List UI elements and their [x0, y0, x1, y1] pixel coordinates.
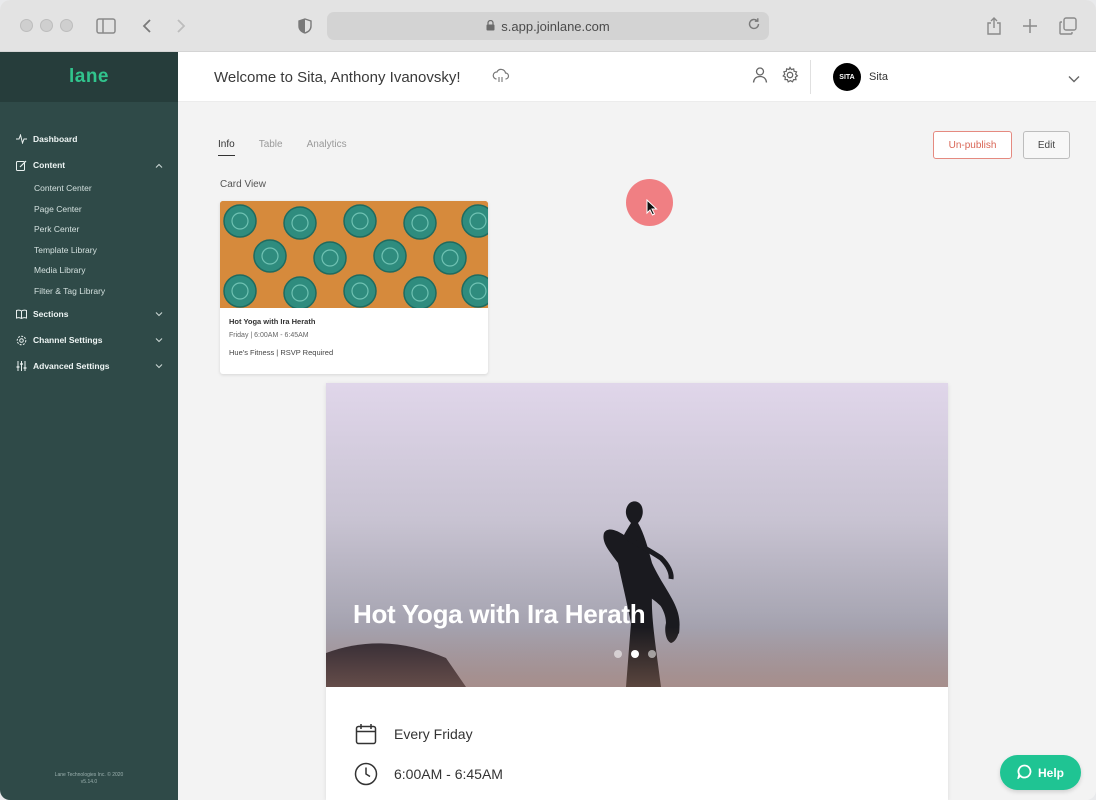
time-row: 6:00AM - 6:45AM: [354, 762, 503, 786]
chevron-down-icon: [155, 362, 163, 371]
url-text: s.app.joinlane.com: [501, 18, 610, 34]
sidebar-footer: Lane Technologies Inc. © 2020 v5.14.0: [0, 772, 178, 786]
sidebar-subitem-page-center[interactable]: Page Center: [0, 199, 178, 220]
tab-info[interactable]: Info: [218, 139, 235, 156]
content-tabs: Info Table Analytics: [218, 139, 347, 156]
privacy-shield-icon[interactable]: [293, 14, 317, 38]
sidebar-item-sections[interactable]: Sections: [0, 301, 178, 327]
hero-carousel[interactable]: Hot Yoga with Ira Herath: [326, 383, 948, 687]
calendar-icon: [354, 722, 378, 746]
preview-title: Hot Yoga with Ira Herath: [353, 599, 646, 629]
sidebar-item-label: Advanced Settings: [33, 361, 110, 371]
lock-icon: [486, 19, 495, 34]
top-header: Welcome to Sita, Anthony Ivanovsky! SITA…: [178, 52, 1096, 102]
browser-window: s.app.joinlane.com lane Dashboard Conten…: [0, 0, 1096, 800]
settings-gear-icon[interactable]: [781, 66, 799, 89]
help-label: Help: [1037, 765, 1064, 780]
copyright-text: Lane Technologies Inc. © 2020: [54, 772, 124, 778]
main-content: Info Table Analytics Un-publish Edit Car…: [178, 103, 1096, 800]
sidebar-subitem-filter-tag-library[interactable]: Filter & Tag Library: [0, 281, 178, 302]
sidebar-item-label: Content: [33, 160, 66, 170]
tab-analytics[interactable]: Analytics: [307, 139, 347, 156]
sidebar-subitem-content-center[interactable]: Content Center: [0, 178, 178, 199]
sliders-icon: [15, 360, 27, 372]
chat-bubble-icon: [1016, 764, 1032, 782]
zoom-window-button[interactable]: [60, 19, 73, 32]
time-text: 6:00AM - 6:45AM: [394, 766, 503, 782]
minimize-window-button[interactable]: [40, 19, 53, 32]
sidebar-item-label: Sections: [33, 309, 69, 319]
sidebar-subitem-perk-center[interactable]: Perk Center: [0, 219, 178, 240]
reload-icon[interactable]: [747, 17, 761, 34]
carousel-dots: [614, 650, 656, 658]
chevron-down-icon: [155, 310, 163, 319]
avatar[interactable]: SITA: [833, 63, 861, 91]
carousel-dot[interactable]: [614, 650, 622, 658]
lane-logo[interactable]: lane: [0, 52, 178, 102]
sidebar-item-content[interactable]: Content: [0, 152, 178, 178]
tab-table[interactable]: Table: [259, 139, 283, 156]
sidebar-item-channel-settings[interactable]: Channel Settings: [0, 327, 178, 353]
clock-icon: [354, 762, 378, 786]
carousel-dot[interactable]: [648, 650, 656, 658]
tab-overview-icon[interactable]: [1056, 14, 1080, 38]
sidebar-item-label: Channel Settings: [33, 335, 103, 345]
cloud-icon[interactable]: [492, 68, 510, 89]
card-time: Friday | 6:00AM - 6:45AM: [229, 332, 309, 339]
new-tab-icon[interactable]: [1018, 14, 1042, 38]
back-icon[interactable]: [135, 14, 159, 38]
card-location: Hue's Fitness | RSVP Required: [229, 348, 334, 357]
content-preview: Hot Yoga with Ira Herath Every Friday 6:…: [326, 383, 948, 800]
activity-icon: [15, 133, 27, 145]
chevron-down-icon[interactable]: [1068, 70, 1080, 88]
carousel-dot-active[interactable]: [631, 650, 639, 658]
sidebar-item-advanced-settings[interactable]: Advanced Settings: [0, 353, 178, 379]
chevron-down-icon: [155, 336, 163, 345]
header-divider: [810, 60, 811, 94]
sidebar-toggle-icon[interactable]: [94, 14, 118, 38]
edit-button[interactable]: Edit: [1023, 131, 1070, 159]
address-bar[interactable]: s.app.joinlane.com: [327, 12, 769, 40]
book-icon: [15, 308, 27, 320]
sidebar: lane Dashboard Content Content Center Pa…: [0, 52, 178, 800]
forward-icon[interactable]: [169, 14, 193, 38]
card-view-label: Card View: [220, 179, 266, 190]
welcome-message: Welcome to Sita, Anthony Ivanovsky!: [214, 69, 461, 86]
close-window-button[interactable]: [20, 19, 33, 32]
sidebar-subitem-media-library[interactable]: Media Library: [0, 260, 178, 281]
mouse-cursor-icon: [646, 198, 658, 221]
gear-icon: [15, 334, 27, 346]
chevron-up-icon: [155, 161, 163, 170]
browser-toolbar: s.app.joinlane.com: [0, 0, 1096, 52]
share-icon[interactable]: [982, 14, 1006, 38]
schedule-text: Every Friday: [394, 726, 473, 742]
help-button[interactable]: Help: [1000, 755, 1081, 790]
card-image: [220, 201, 488, 310]
card-title: Hot Yoga with Ira Herath: [229, 317, 316, 326]
schedule-row: Every Friday: [354, 722, 473, 746]
sidebar-subitem-template-library[interactable]: Template Library: [0, 240, 178, 261]
sidebar-item-dashboard[interactable]: Dashboard: [0, 126, 178, 152]
content-card[interactable]: Hot Yoga with Ira Herath Friday | 6:00AM…: [220, 201, 488, 374]
unpublish-button[interactable]: Un-publish: [933, 131, 1012, 159]
user-profile-icon[interactable]: [752, 66, 768, 89]
version-text: v5.14.0: [80, 779, 98, 785]
sidebar-nav: Dashboard Content Content Center Page Ce…: [0, 102, 178, 379]
org-name[interactable]: Sita: [869, 71, 888, 83]
sidebar-item-label: Dashboard: [33, 134, 78, 144]
edit-icon: [15, 159, 27, 171]
